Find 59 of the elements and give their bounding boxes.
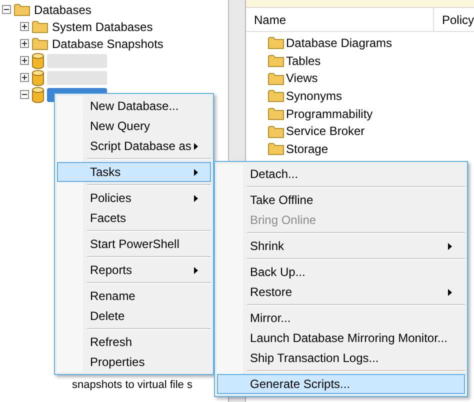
- submenu-arrow-icon: [448, 288, 452, 296]
- folder-icon: [268, 124, 284, 138]
- tree-item[interactable]: System Databases: [51, 18, 154, 36]
- folder-icon: [268, 89, 284, 102]
- list-item[interactable]: Programmability: [286, 104, 373, 123]
- menu-item[interactable]: Mirror...: [217, 308, 465, 328]
- menu-item[interactable]: Tasks: [57, 162, 211, 182]
- database-icon: [32, 52, 44, 68]
- menu-item[interactable]: Shrink: [217, 236, 465, 256]
- menu-item[interactable]: Back Up...: [217, 262, 465, 282]
- expand-icon[interactable]: [20, 22, 29, 31]
- menu-item[interactable]: New Database...: [57, 96, 211, 116]
- menu-item[interactable]: Restore: [217, 282, 465, 302]
- folder-icon: [32, 37, 48, 50]
- list-item[interactable]: Storage: [286, 140, 328, 158]
- list-item[interactable]: Database Diagrams: [286, 34, 392, 52]
- submenu-arrow-icon: [448, 242, 452, 250]
- menu-item[interactable]: Delete: [57, 306, 211, 326]
- menu-item[interactable]: Policies: [57, 188, 211, 208]
- tree-item[interactable]: snapshots to virtual file s: [72, 379, 192, 391]
- menu-item[interactable]: New Query: [57, 116, 211, 136]
- menu-item[interactable]: Launch Database Mirroring Monitor...: [217, 328, 465, 348]
- list-item[interactable]: Tables: [286, 52, 321, 70]
- submenu-arrow-icon: [194, 194, 198, 202]
- expand-icon[interactable]: [20, 73, 29, 82]
- folder-icon: [268, 54, 284, 68]
- menu-item[interactable]: Detach...: [217, 164, 465, 184]
- folder-icon: [268, 142, 284, 156]
- folder-icon: [32, 20, 48, 33]
- expand-icon[interactable]: [20, 39, 29, 48]
- menu-item[interactable]: Facets: [57, 208, 211, 228]
- collapse-icon[interactable]: [2, 5, 11, 14]
- database-icon: [32, 70, 44, 86]
- menu-item[interactable]: Start PowerShell: [57, 234, 211, 254]
- menu-item[interactable]: Take Offline: [217, 190, 465, 210]
- collapse-icon[interactable]: [20, 90, 29, 99]
- submenu-arrow-icon: [194, 266, 198, 274]
- menu-item[interactable]: Refresh: [57, 332, 211, 352]
- folder-icon: [268, 72, 284, 85]
- list-item[interactable]: Service Broker: [286, 122, 365, 140]
- menu-item[interactable]: Rename: [57, 286, 211, 306]
- tree-item[interactable]: Database Snapshots: [51, 34, 164, 52]
- submenu-arrow-icon: [194, 142, 198, 150]
- tree-item[interactable]: Databases: [33, 0, 92, 18]
- menu-item[interactable]: Script Database as: [57, 136, 211, 156]
- folder-icon: [268, 107, 284, 120]
- menu-item[interactable]: Reports: [57, 260, 211, 280]
- folder-icon: [14, 3, 30, 16]
- expand-icon[interactable]: [20, 56, 29, 65]
- submenu-arrow-icon: [194, 168, 198, 176]
- column-header[interactable]: Name: [246, 8, 434, 31]
- list-item[interactable]: Views: [286, 69, 318, 88]
- column-header[interactable]: Policy: [434, 8, 474, 31]
- folder-icon: [268, 36, 284, 50]
- menu-item[interactable]: Ship Transaction Logs...: [217, 348, 465, 368]
- menu-item[interactable]: Generate Scripts...: [217, 374, 465, 394]
- database-icon: [32, 86, 44, 102]
- menu-item[interactable]: Properties: [57, 352, 211, 372]
- list-item[interactable]: Synonyms: [286, 86, 342, 105]
